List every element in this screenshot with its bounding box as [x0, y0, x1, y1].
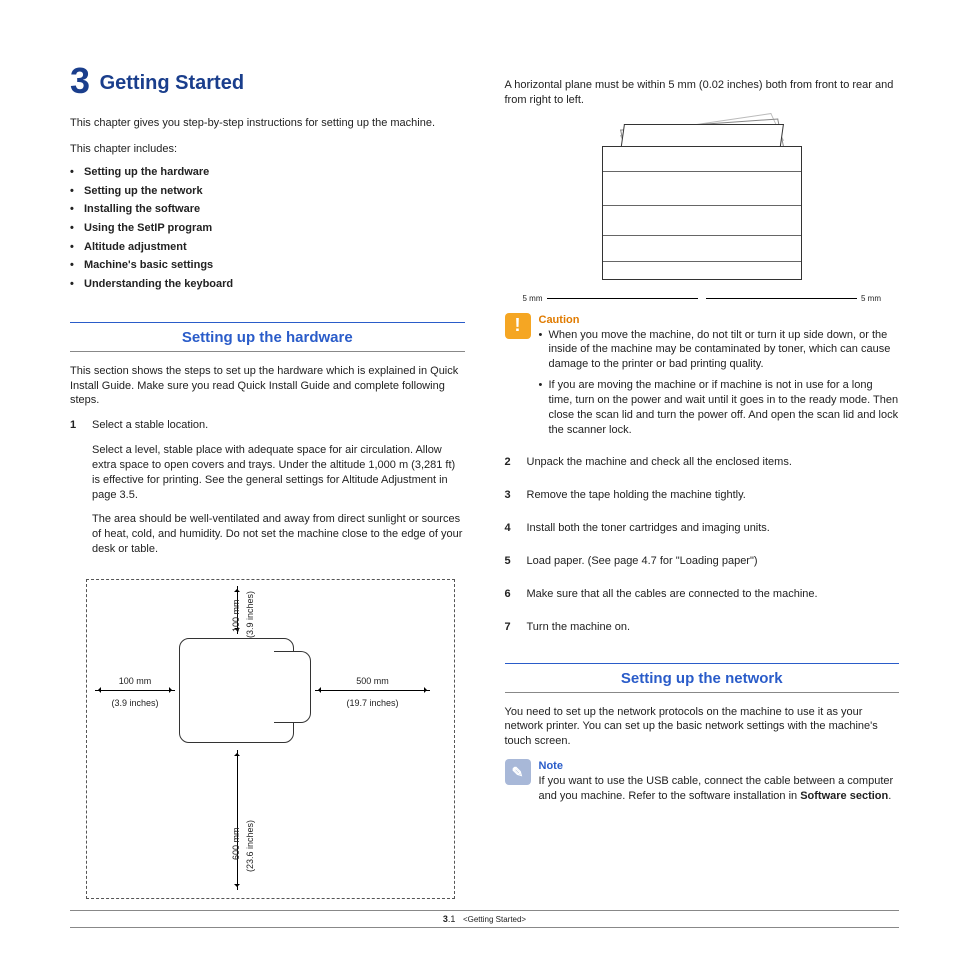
step-2: 2 Unpack the machine and check all the en… — [505, 455, 900, 480]
step-1-p1: Select a level, stable place with adequa… — [92, 443, 465, 502]
chapter-toc: Setting up the hardware Setting up the n… — [70, 163, 465, 294]
hardware-steps: 1 Select a stable location. Select a lev… — [70, 418, 465, 567]
plane-text: A horizontal plane must be within 5 mm (… — [505, 78, 900, 108]
page-body: 3 Getting Started This chapter gives you… — [0, 0, 954, 939]
step-1-title: Select a stable location. — [92, 418, 465, 433]
dim-top-mm: 100 mm — [231, 599, 242, 632]
step-1: 1 Select a stable location. Select a lev… — [70, 418, 465, 567]
page-footer: 3.1 <Getting Started> — [70, 910, 899, 928]
section-heading-hardware: Setting up the hardware — [70, 322, 465, 352]
caution-title: Caution — [539, 313, 900, 328]
toc-item[interactable]: Machine's basic settings — [84, 256, 465, 275]
right-column: A horizontal plane must be within 5 mm (… — [505, 60, 900, 899]
printer-top-illustration — [179, 638, 294, 743]
dim-top-in: (3.9 inches) — [245, 591, 256, 638]
toc-item[interactable]: Setting up the network — [84, 182, 465, 201]
network-intro: You need to set up the network protocols… — [505, 705, 900, 750]
step-1-p2: The area should be well-ventilated and a… — [92, 512, 465, 557]
note-text: If you want to use the USB cable, connec… — [539, 774, 900, 804]
step-number: 3 — [505, 488, 515, 513]
footer-page: 1 — [450, 914, 455, 924]
dim-left-mm: 100 mm — [95, 676, 175, 687]
chapter-title: 3 Getting Started — [70, 60, 465, 102]
step-5: 5 Load paper. (See page 4.7 for "Loading … — [505, 554, 900, 579]
step-number: 4 — [505, 521, 515, 546]
hardware-intro: This section shows the steps to set up t… — [70, 364, 465, 409]
chapter-title-text: Getting Started — [100, 72, 244, 94]
step-number: 1 — [70, 418, 80, 567]
note-callout: ✎ Note If you want to use the USB cable,… — [505, 759, 900, 804]
note-text-bold: Software section — [800, 790, 888, 802]
toc-item[interactable]: Setting up the hardware — [84, 163, 465, 182]
step-text: Unpack the machine and check all the enc… — [527, 455, 792, 470]
level-dim-left: 5 mm — [523, 294, 543, 303]
caution-bullet: When you move the machine, do not tilt o… — [549, 328, 900, 373]
includes-label: This chapter includes: — [70, 143, 465, 155]
step-text: Remove the tape holding the machine tigh… — [527, 488, 746, 503]
dim-bottom-in: (23.6 inches) — [245, 820, 256, 872]
step-7: 7 Turn the machine on. — [505, 620, 900, 645]
step-text: Load paper. (See page 4.7 for "Loading p… — [527, 554, 758, 569]
step-4: 4 Install both the toner cartridges and i… — [505, 521, 900, 546]
step-text: Make sure that all the cables are connec… — [527, 587, 818, 602]
step-number: 5 — [505, 554, 515, 579]
step-6: 6 Make sure that all the cables are conne… — [505, 587, 900, 612]
printer-front-illustration — [602, 146, 802, 280]
step-number: 2 — [505, 455, 515, 480]
toc-item[interactable]: Altitude adjustment — [84, 238, 465, 257]
chapter-intro: This chapter gives you step-by-step inst… — [70, 116, 465, 131]
dim-left-in: (3.9 inches) — [95, 698, 175, 709]
hardware-steps-cont: 2 Unpack the machine and check all the en… — [505, 455, 900, 644]
step-number: 6 — [505, 587, 515, 612]
step-text: Turn the machine on. — [527, 620, 631, 635]
footer-crumb: <Getting Started> — [463, 915, 526, 924]
note-icon: ✎ — [505, 759, 531, 785]
clearance-diagram: 100 mm (3.9 inches) 500 mm (19.7 inches)… — [86, 579, 455, 899]
dim-arrow-right — [315, 690, 430, 691]
dim-bottom-mm: 600 mm — [231, 827, 242, 860]
dim-arrow-icon — [706, 298, 857, 303]
dim-arrow-icon — [547, 298, 698, 303]
dim-arrow-left — [95, 690, 175, 691]
note-text-part: . — [888, 790, 891, 802]
section-heading-network: Setting up the network — [505, 663, 900, 693]
toc-item[interactable]: Using the SetIP program — [84, 219, 465, 238]
toc-item[interactable]: Installing the software — [84, 200, 465, 219]
caution-callout: ! Caution When you move the machine, do … — [505, 313, 900, 444]
step-number: 7 — [505, 620, 515, 645]
step-text: Install both the toner cartridges and im… — [527, 521, 770, 536]
toc-item[interactable]: Understanding the keyboard — [84, 275, 465, 294]
left-column: 3 Getting Started This chapter gives you… — [70, 60, 465, 899]
step-3: 3 Remove the tape holding the machine tig… — [505, 488, 900, 513]
dim-right-mm: 500 mm — [315, 676, 430, 687]
note-title: Note — [539, 759, 900, 774]
dim-arrow-bottom — [237, 750, 238, 890]
caution-icon: ! — [505, 313, 531, 339]
chapter-number: 3 — [70, 60, 90, 101]
level-dim-row: 5 mm 5 mm — [505, 294, 900, 303]
dim-right-in: (19.7 inches) — [315, 698, 430, 709]
caution-bullet: If you are moving the machine or if mach… — [549, 378, 900, 437]
level-dim-right: 5 mm — [861, 294, 881, 303]
level-diagram — [592, 118, 812, 288]
